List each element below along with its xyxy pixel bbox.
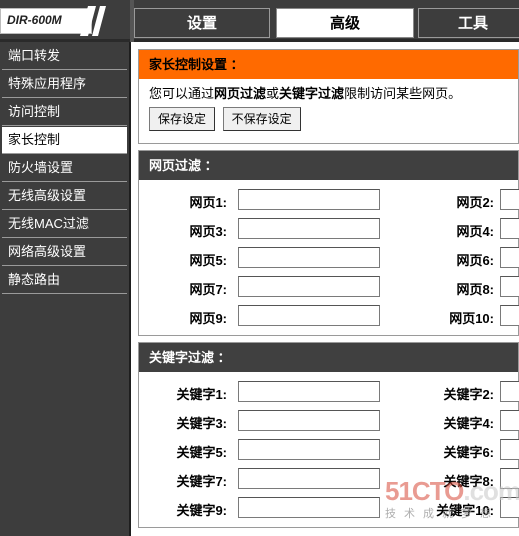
web-filter-input[interactable] — [500, 218, 519, 239]
intro-text: 您可以通过网页过滤或关键字过滤限制访问某些网页。 — [139, 79, 518, 101]
sidebar-item-parental-control[interactable]: 家长控制 — [2, 127, 127, 154]
main-content: 家长控制设置 ： 您可以通过网页过滤或关键字过滤限制访问某些网页。 保存设定 不… — [138, 49, 519, 534]
web-filter-label: 网页1: — [189, 195, 227, 210]
keyword-filter-input[interactable] — [500, 468, 519, 489]
web-filter-input[interactable] — [238, 276, 380, 297]
web-filter-label: 网页10: — [449, 311, 494, 326]
web-filter-label: 网页4: — [456, 224, 494, 239]
intro-keyword-filter: 关键字过滤 — [279, 86, 345, 101]
web-filter-label: 网页8: — [456, 282, 494, 297]
keyword-filter-row: 关键字3: 关键字4: — [139, 407, 519, 436]
web-filter-label: 网页6: — [456, 253, 494, 268]
sidebar-item-firewall-settings[interactable]: 防火墙设置 — [2, 155, 127, 182]
web-filter-row: 网页7: 网页8: — [139, 273, 519, 302]
web-filter-label: 网页3: — [189, 224, 227, 239]
keyword-filter-rows: 关键字1: 关键字2: 关键字3: 关键字4: 关键字5: 关键字6: 关键字7: 关键字8:… — [139, 372, 519, 527]
sidebar-item-wireless-mac-filter[interactable]: 无线MAC过滤 — [2, 211, 127, 238]
tab-setup[interactable]: 设置 — [134, 8, 270, 38]
keyword-filter-input[interactable] — [500, 410, 519, 431]
keyword-filter-label: 关键字4: — [443, 416, 494, 431]
web-filter-input[interactable] — [238, 189, 380, 210]
intro-web-filter: 网页过滤 — [214, 86, 267, 101]
keyword-filter-title: 关键字过滤 ： — [139, 343, 518, 372]
intro-suffix: 限制访问某些网页。 — [344, 86, 462, 101]
keyword-filter-row: 关键字9: 关键字10: — [139, 494, 519, 523]
web-filter-row: 网页3: 网页4: — [139, 215, 519, 244]
keyword-filter-label: 关键字7: — [176, 474, 227, 489]
web-filter-title: 网页过滤 ： — [139, 151, 518, 180]
web-filter-input[interactable] — [238, 247, 380, 268]
web-filter-row: 网页9: 网页10: — [139, 302, 519, 331]
keyword-filter-input[interactable] — [238, 497, 380, 518]
keyword-filter-input[interactable] — [500, 439, 519, 460]
keyword-filter-input[interactable] — [238, 410, 380, 431]
web-filter-rows: 网页1: 网页2: 网页3: 网页4: 网页5: 网页6: 网页7: 网页8: 网页9: 网页10… — [139, 180, 519, 335]
keyword-filter-label: 关键字8: — [443, 474, 494, 489]
keyword-filter-input[interactable] — [500, 381, 519, 402]
sidebar-item-static-route[interactable]: 静态路由 — [2, 267, 127, 294]
web-filter-row: 网页5: 网页6: — [139, 244, 519, 273]
button-row: 保存设定 不保存设定 — [139, 101, 518, 143]
keyword-filter-label: 关键字1: — [176, 387, 227, 402]
keyword-filter-input[interactable] — [500, 497, 519, 518]
web-filter-input[interactable] — [238, 305, 380, 326]
intro-or: 或 — [266, 86, 280, 101]
keyword-filter-row: 关键字7: 关键字8: — [139, 465, 519, 494]
keyword-filter-row: 关键字5: 关键字6: — [139, 436, 519, 465]
web-filter-label: 网页7: — [189, 282, 227, 297]
web-filter-label: 网页5: — [189, 253, 227, 268]
web-filter-input[interactable] — [238, 218, 380, 239]
intro-prefix: 您可以通过 — [149, 86, 215, 101]
logo-stripes-icon — [80, 6, 106, 36]
keyword-filter-label: 关键字2: — [443, 387, 494, 402]
sidebar-item-port-forwarding[interactable]: 端口转发 — [2, 43, 127, 70]
web-filter-label: 网页2: — [456, 195, 494, 210]
keyword-filter-row: 关键字1: 关键字2: — [139, 378, 519, 407]
web-filter-input[interactable] — [500, 247, 519, 268]
keyword-filter-input[interactable] — [238, 381, 380, 402]
sidebar: 端口转发 特殊应用程序 访问控制 家长控制 防火墙设置 无线高级设置 无线MAC… — [0, 42, 131, 536]
parental-control-title: 家长控制设置 ： — [139, 50, 518, 79]
sidebar-item-network-advanced[interactable]: 网络高级设置 — [2, 239, 127, 266]
keyword-filter-panel: 关键字过滤 ： 关键字1: 关键字2: 关键字3: 关键字4: 关键字5: 关键字6: 关键… — [138, 342, 519, 528]
tab-tools[interactable]: 工具 — [418, 8, 519, 38]
save-settings-button[interactable]: 保存设定 — [149, 107, 216, 131]
keyword-filter-label: 关键字9: — [176, 503, 227, 518]
keyword-filter-label: 关键字5: — [176, 445, 227, 460]
web-filter-panel: 网页过滤 ： 网页1: 网页2: 网页3: 网页4: 网页5: 网页6: 网页7: 网页8: 网… — [138, 150, 519, 336]
dont-save-settings-button[interactable]: 不保存设定 — [222, 107, 301, 131]
keyword-filter-input[interactable] — [238, 439, 380, 460]
keyword-filter-label: 关键字3: — [176, 416, 227, 431]
web-filter-input[interactable] — [500, 189, 519, 210]
sidebar-item-wireless-advanced[interactable]: 无线高级设置 — [2, 183, 127, 210]
tab-advanced[interactable]: 高级 — [276, 8, 414, 38]
web-filter-label: 网页9: — [189, 311, 227, 326]
web-filter-input[interactable] — [500, 276, 519, 297]
top-nav-bar: DIR-600M 设置 高级 工具 — [0, 0, 519, 42]
keyword-filter-label: 关键字6: — [443, 445, 494, 460]
sidebar-item-access-control[interactable]: 访问控制 — [2, 99, 127, 126]
model-logo-text: DIR-600M — [7, 13, 62, 27]
web-filter-input[interactable] — [500, 305, 519, 326]
parental-control-panel: 家长控制设置 ： 您可以通过网页过滤或关键字过滤限制访问某些网页。 保存设定 不… — [138, 49, 519, 144]
web-filter-row: 网页1: 网页2: — [139, 186, 519, 215]
keyword-filter-label: 关键字10: — [436, 503, 494, 518]
keyword-filter-input[interactable] — [238, 468, 380, 489]
sidebar-item-special-applications[interactable]: 特殊应用程序 — [2, 71, 127, 98]
